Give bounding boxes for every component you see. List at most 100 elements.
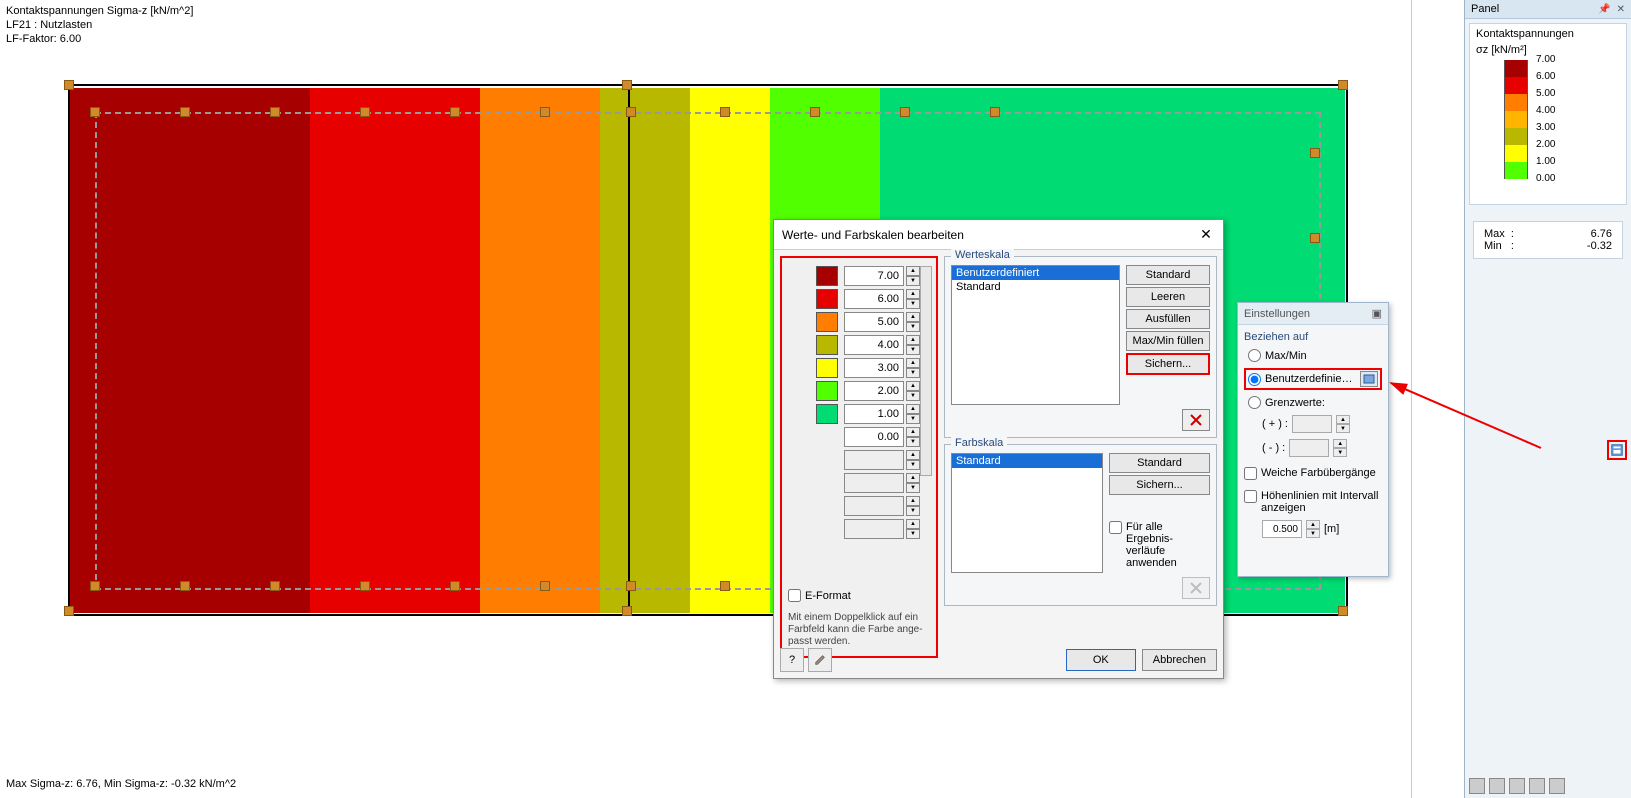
grid-marker[interactable] <box>720 581 730 591</box>
color-swatch[interactable] <box>816 289 838 309</box>
smooth-checkbox[interactable] <box>1244 467 1257 480</box>
panel-options-button[interactable] <box>1607 440 1627 460</box>
color-swatch[interactable] <box>816 335 838 355</box>
grid-marker[interactable] <box>810 107 820 117</box>
color-swatch[interactable] <box>816 312 838 332</box>
grid-marker[interactable] <box>720 107 730 117</box>
toolbar-icon[interactable] <box>1549 778 1565 794</box>
edit-color-scale-dialog[interactable]: Werte- und Farbskalen bearbeiten ✕ ▲▼ ▲▼ ▲… <box>773 219 1224 679</box>
help-button[interactable]: ? <box>780 648 804 672</box>
value-input[interactable] <box>844 289 904 309</box>
ref-maxmin-radio[interactable] <box>1248 349 1261 362</box>
grid-marker[interactable] <box>450 107 460 117</box>
pin-icon[interactable]: 📌 <box>1598 4 1610 15</box>
value-input[interactable] <box>844 312 904 332</box>
grid-marker[interactable] <box>1310 148 1320 158</box>
value-input[interactable] <box>844 427 904 447</box>
node-marker[interactable] <box>64 606 74 616</box>
color-swatch[interactable] <box>816 381 838 401</box>
ws-fill-button[interactable]: Ausfüllen <box>1126 309 1210 329</box>
panel-header[interactable]: Panel 📌 ✕ <box>1465 0 1631 19</box>
grid-marker[interactable] <box>90 581 100 591</box>
value-spinner[interactable]: ▲▼ <box>906 450 920 470</box>
value-spinner[interactable]: ▲▼ <box>906 312 920 332</box>
node-marker[interactable] <box>64 80 74 90</box>
settings-popover[interactable]: Einstellungen ▣ Beziehen auf Max/Min Ben… <box>1237 302 1389 577</box>
grid-marker[interactable] <box>360 107 370 117</box>
value-input[interactable] <box>844 404 904 424</box>
grid-marker[interactable] <box>270 107 280 117</box>
grid-marker[interactable] <box>270 581 280 591</box>
popover-collapse-icon[interactable]: ▣ <box>1372 307 1382 320</box>
grid-marker[interactable] <box>360 581 370 591</box>
value-spinner[interactable]: ▲▼ <box>906 473 920 493</box>
value-spinner[interactable]: ▲▼ <box>906 427 920 447</box>
value-input[interactable] <box>844 381 904 401</box>
grid-marker[interactable] <box>1310 233 1320 243</box>
toolbar-icon[interactable] <box>1529 778 1545 794</box>
node-marker[interactable] <box>622 606 632 616</box>
value-spinner[interactable]: ▲▼ <box>906 335 920 355</box>
ref-userdef-radio[interactable] <box>1248 373 1261 386</box>
color-swatch[interactable] <box>816 266 838 286</box>
grid-marker[interactable] <box>180 107 190 117</box>
ws-save-button[interactable]: Sichern... <box>1126 353 1210 375</box>
value-input[interactable] <box>844 473 904 493</box>
value-input[interactable] <box>844 335 904 355</box>
dialog-titlebar[interactable]: Werte- und Farbskalen bearbeiten ✕ <box>774 220 1223 250</box>
toolbar-icon[interactable] <box>1489 778 1505 794</box>
interval-input[interactable] <box>1262 520 1302 538</box>
plus-input[interactable] <box>1292 415 1332 433</box>
grid-marker[interactable] <box>180 581 190 591</box>
value-spinner[interactable]: ▲▼ <box>906 381 920 401</box>
ws-standard-button[interactable]: Standard <box>1126 265 1210 285</box>
ref-limits-radio[interactable] <box>1248 396 1261 409</box>
grid-marker[interactable] <box>990 107 1000 117</box>
ws-empty-button[interactable]: Leeren <box>1126 287 1210 307</box>
range-slider[interactable] <box>920 266 932 476</box>
node-marker[interactable] <box>1338 80 1348 90</box>
color-swatch[interactable] <box>816 358 838 378</box>
color-swatch[interactable] <box>816 404 838 424</box>
close-icon[interactable]: ✕ <box>1617 4 1625 15</box>
grid-marker[interactable] <box>90 107 100 117</box>
werteskala-list[interactable]: BenutzerdefiniertStandard <box>951 265 1120 405</box>
ws-maxmin-button[interactable]: Max/Min füllen <box>1126 331 1210 351</box>
node-marker[interactable] <box>622 80 632 90</box>
fb-save-button[interactable]: Sichern... <box>1109 475 1210 495</box>
e-format-checkbox[interactable] <box>788 589 801 602</box>
ok-button[interactable]: OK <box>1066 649 1136 671</box>
value-input[interactable] <box>844 266 904 286</box>
list-item[interactable]: Standard <box>952 454 1102 468</box>
value-spinner[interactable]: ▲▼ <box>906 496 920 516</box>
list-item[interactable]: Benutzerdefiniert <box>952 266 1119 280</box>
value-input[interactable] <box>844 519 904 539</box>
interval-spinner[interactable]: ▲▼ <box>1306 520 1320 538</box>
list-item[interactable]: Standard <box>952 280 1119 294</box>
node-marker[interactable] <box>1338 606 1348 616</box>
value-spinner[interactable]: ▲▼ <box>906 358 920 378</box>
minus-spinner[interactable]: ▲▼ <box>1333 439 1347 457</box>
value-spinner[interactable]: ▲▼ <box>906 404 920 424</box>
value-input[interactable] <box>844 358 904 378</box>
grid-marker[interactable] <box>900 107 910 117</box>
value-spinner[interactable]: ▲▼ <box>906 266 920 286</box>
toolbar-icon[interactable] <box>1509 778 1525 794</box>
close-icon[interactable]: ✕ <box>1197 226 1215 243</box>
value-spinner[interactable]: ▲▼ <box>906 519 920 539</box>
plus-spinner[interactable]: ▲▼ <box>1336 415 1350 433</box>
ws-delete-button[interactable] <box>1182 409 1210 431</box>
grid-marker[interactable] <box>450 581 460 591</box>
grid-marker[interactable] <box>540 107 550 117</box>
contour-checkbox[interactable] <box>1244 490 1257 503</box>
value-input[interactable] <box>844 496 904 516</box>
edit-button[interactable] <box>808 648 832 672</box>
farbskala-list[interactable]: Standard <box>951 453 1103 573</box>
fb-applyall-checkbox[interactable] <box>1109 521 1122 534</box>
fb-delete-button[interactable] <box>1182 577 1210 599</box>
grid-marker[interactable] <box>626 581 636 591</box>
toolbar-icon[interactable] <box>1469 778 1485 794</box>
fb-standard-button[interactable]: Standard <box>1109 453 1210 473</box>
value-spinner[interactable]: ▲▼ <box>906 289 920 309</box>
grid-marker[interactable] <box>540 581 550 591</box>
